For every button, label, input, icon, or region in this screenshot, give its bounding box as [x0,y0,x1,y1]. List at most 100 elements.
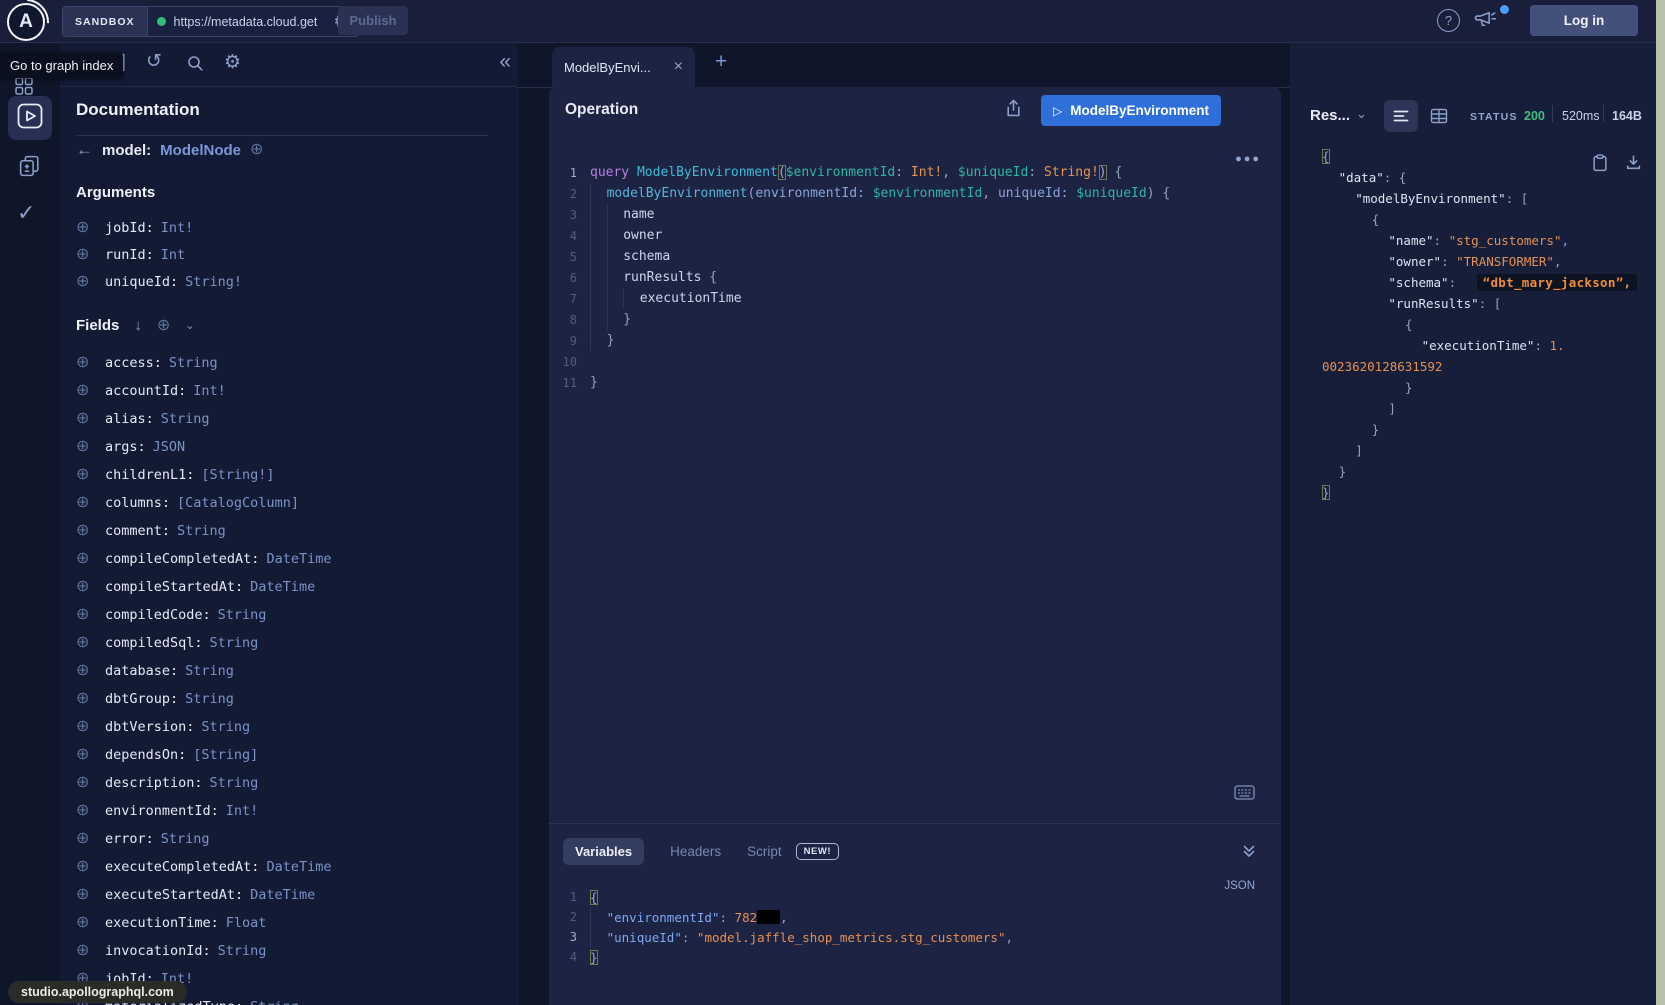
field-type-link[interactable]: [String] [193,747,258,763]
add-all-fields-button[interactable]: ⊕ [157,318,170,334]
field-type-link[interactable]: Int [161,247,185,263]
add-field-to-query-button[interactable]: ⊕ [76,274,98,290]
add-field-to-query-button[interactable]: ⊕ [76,803,98,819]
add-field-to-query-button[interactable]: ⊕ [76,523,98,539]
keyboard-shortcuts-icon[interactable] [1234,785,1255,805]
add-field-to-query-button[interactable]: ⊕ [76,467,98,483]
field-type-link[interactable]: String [161,831,210,847]
field-type-link[interactable]: String [161,411,210,427]
help-icon[interactable]: ? [1437,9,1460,32]
add-field-to-query-button[interactable]: ⊕ [76,719,98,735]
announcements-icon[interactable] [1474,10,1497,34]
endpoint-url-box[interactable]: https://metadata.cloud.get ⚙ [148,7,358,36]
tab-variables[interactable]: Variables [563,838,644,865]
field-type-link[interactable]: String [201,719,250,735]
add-field-to-query-button[interactable]: ⊕ [76,411,98,427]
field-name[interactable]: args: [105,439,146,455]
run-operation-button[interactable]: ▷ ModelByEnvironment [1041,95,1221,126]
graphql-editor[interactable]: 1query ModelByEnvironment($environmentId… [549,162,1281,393]
add-type-button[interactable]: ⊕ [250,142,263,158]
collapse-section-icon[interactable] [1241,843,1257,864]
search-icon[interactable] [186,54,204,77]
gear-icon[interactable]: ⚙ [224,51,241,74]
field-name[interactable]: database: [105,663,178,679]
field-name[interactable]: runId: [105,247,154,263]
field-name[interactable]: dbtGroup: [105,691,178,707]
add-field-to-query-button[interactable]: ⊕ [76,579,98,595]
field-name[interactable]: compiledSql: [105,635,203,651]
field-name[interactable]: columns: [105,495,170,511]
add-field-to-query-button[interactable]: ⊕ [76,775,98,791]
chevron-down-icon[interactable]: ⌄ [1356,106,1367,122]
field-name[interactable]: executeStartedAt: [105,887,243,903]
field-type-link[interactable]: String [250,999,299,1005]
field-name[interactable]: compileStartedAt: [105,579,243,595]
field-type-link[interactable]: String! [185,274,242,290]
field-type-link[interactable]: DateTime [266,859,331,875]
field-type-link[interactable]: DateTime [266,551,331,567]
field-name[interactable]: jobId: [105,220,154,236]
field-name[interactable]: alias: [105,411,154,427]
table-view-button[interactable] [1430,108,1448,129]
field-name[interactable]: dbtVersion: [105,719,194,735]
field-type-link[interactable]: String [169,355,218,371]
field-name[interactable]: dependsOn: [105,747,186,763]
field-name[interactable]: error: [105,831,154,847]
field-name[interactable]: compiledCode: [105,607,211,623]
back-arrow-icon[interactable]: ← [76,140,93,160]
add-field-to-query-button[interactable]: ⊕ [76,859,98,875]
field-name[interactable]: uniqueId: [105,274,178,290]
field-type-link[interactable]: String [185,663,234,679]
tab-headers[interactable]: Headers [670,844,721,859]
field-type-link[interactable]: String [210,775,259,791]
add-field-to-query-button[interactable]: ⊕ [76,551,98,567]
tab-modelbyenvironment[interactable]: ModelByEnvi... × [552,47,695,87]
sidebar-item-explorer[interactable] [8,96,52,140]
field-name[interactable]: invocationId: [105,943,211,959]
add-field-to-query-button[interactable]: ⊕ [76,663,98,679]
history-icon[interactable]: ↺ [146,50,162,73]
field-type-link[interactable]: [CatalogColumn] [177,495,299,511]
add-field-to-query-button[interactable]: ⊕ [76,635,98,651]
add-field-to-query-button[interactable]: ⊕ [76,247,98,263]
add-field-to-query-button[interactable]: ⊕ [76,495,98,511]
field-type-link[interactable]: DateTime [250,579,315,595]
add-field-to-query-button[interactable]: ⊕ [76,747,98,763]
field-name[interactable]: environmentId: [105,803,219,819]
sidebar-item-schema-diff[interactable] [17,154,42,184]
new-tab-button[interactable]: + [715,50,727,74]
add-field-to-query-button[interactable]: ⊕ [76,355,98,371]
response-selector[interactable]: Res... [1310,107,1350,124]
field-name[interactable]: description: [105,775,203,791]
sort-icon[interactable]: ↓ [134,317,142,334]
sidebar-item-checks[interactable]: ✓ [17,200,35,226]
field-type-link[interactable]: String [218,607,267,623]
add-field-to-query-button[interactable]: ⊕ [76,607,98,623]
field-name[interactable]: executeCompletedAt: [105,859,259,875]
field-name[interactable]: accountId: [105,383,186,399]
field-type-link[interactable]: String [185,691,234,707]
add-field-to-query-button[interactable]: ⊕ [76,943,98,959]
share-icon[interactable] [1005,99,1022,122]
endpoint-url-input[interactable]: https://metadata.cloud.get [174,15,326,29]
field-type-link[interactable]: Int! [161,220,194,236]
chevron-down-icon[interactable]: ⌄ [185,319,194,332]
list-view-button[interactable] [1384,100,1418,132]
login-button[interactable]: Log in [1530,5,1638,36]
variables-editor[interactable]: 1{2"environmentId": 782,3"uniqueId": "mo… [549,887,1281,967]
type-name-link[interactable]: ModelNode [160,142,241,159]
field-type-link[interactable]: DateTime [250,887,315,903]
field-name[interactable]: compileCompletedAt: [105,551,259,567]
field-type-link[interactable]: String [218,943,267,959]
field-name[interactable]: comment: [105,523,170,539]
add-field-to-query-button[interactable]: ⊕ [76,831,98,847]
field-type-link[interactable]: Int! [226,803,259,819]
field-type-link[interactable]: String [210,635,259,651]
add-field-to-query-button[interactable]: ⊕ [76,383,98,399]
tab-script[interactable]: Script [747,844,782,859]
add-field-to-query-button[interactable]: ⊕ [76,439,98,455]
apollo-logo[interactable]: A [7,3,45,41]
field-type-link[interactable]: Float [226,915,267,931]
collapse-panel-icon[interactable]: « [499,50,511,74]
close-icon[interactable]: × [674,59,683,75]
